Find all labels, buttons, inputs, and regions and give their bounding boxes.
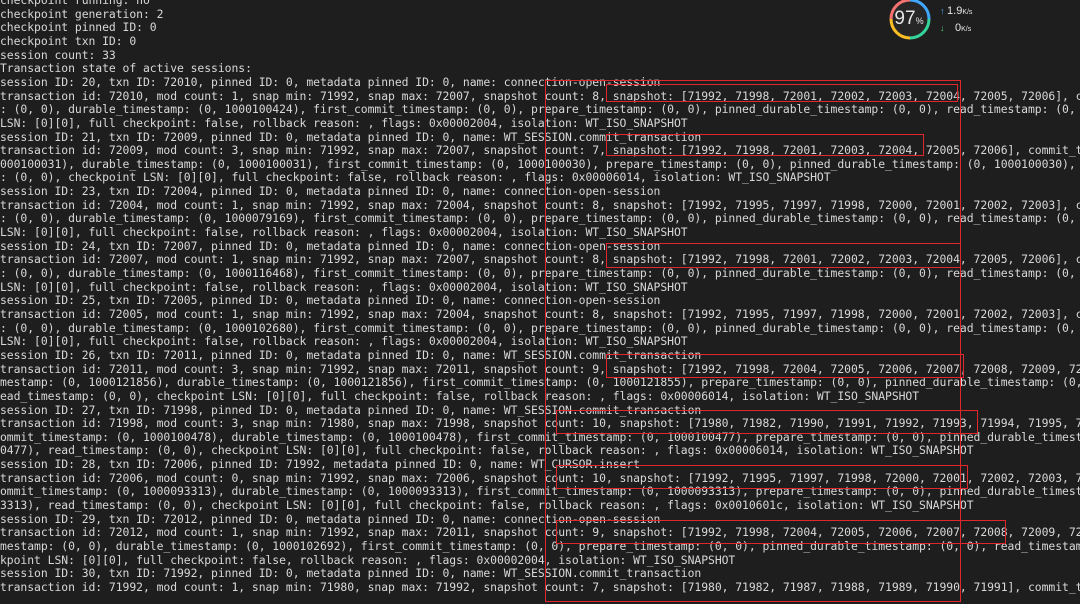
terminal-line: 000100031), durable_timestamp: (0, 10001… [0,156,1080,171]
terminal-line: : (0, 0), durable_timestamp: (0, 1000102… [0,320,1080,335]
terminal-line: 3313), read_timestamp: (0, 0), checkpoin… [0,498,974,513]
upload-speed-value: 1.9 [947,5,963,17]
download-speed: ↓ 0K/s [940,22,971,34]
terminal-line: mestamp: (0, 1000121856), durable_timest… [0,375,1080,390]
terminal-line: LSN: [0][0], full checkpoint: false, rol… [0,334,688,349]
upload-speed-unit: K/s [962,9,973,16]
terminal-line: transaction id: 72012, mod count: 1, sna… [0,525,1080,540]
terminal-line: transaction id: 72009, mod count: 3, sna… [0,143,1080,158]
terminal-line: Transaction state of active sessions: [0,61,252,76]
terminal-line: LSN: [0][0], full checkpoint: false, rol… [0,115,688,130]
terminal-line: LSN: [0][0], full checkpoint: false, rol… [0,225,688,240]
terminal-line: : (0, 0), durable_timestamp: (0, 1000116… [0,266,1080,280]
terminal-line: : (0, 0), durable_timestamp: (0, 1000079… [0,211,1080,226]
terminal-line: : (0, 0), checkpoint LSN: [0][0], full c… [0,170,831,185]
terminal-line: ommit_timestamp: (0, 1000093313), durabl… [0,484,1080,499]
terminal-line: checkpoint generation: 2 [0,6,164,21]
terminal-line: ommit_timestamp: (0, 1000100478), durabl… [0,429,1080,444]
terminal-line: session ID: 20, txn ID: 72010, pinned ID… [0,74,661,89]
terminal-window[interactable]: checkpoint running: no checkpoint generat… [0,0,1080,604]
terminal-line: transaction id: 72010, mod count: 1, sna… [0,88,1080,103]
terminal-line: session ID: 30, txn ID: 71992, pinned ID… [0,566,702,581]
cpu-value: 97 [894,8,916,29]
terminal-line: : (0, 0), durable_timestamp: (0, 1000100… [0,102,1080,117]
terminal-line: session ID: 25, txn ID: 72005, pinned ID… [0,293,661,308]
terminal-line: session ID: 23, txn ID: 72004, pinned ID… [0,184,661,199]
terminal-line: transaction id: 72006, mod count: 0, sna… [0,470,1080,485]
upload-arrow-icon: ↑ [940,6,945,16]
terminal-line: session ID: 21, txn ID: 72009, pinned ID… [0,129,702,144]
terminal-line: transaction id: 71998, mod count: 3, sna… [0,416,1080,431]
cpu-usage: 97% [888,8,930,30]
terminal-line: session count: 33 [0,47,116,62]
terminal-line: transaction id: 72011, mod count: 3, sna… [0,361,1080,376]
terminal-line: transaction id: 72007, mod count: 1, sna… [0,252,1080,267]
terminal-line: transaction id: 71992, mod count: 1, sna… [0,579,1080,594]
download-speed-unit: K/s [961,26,972,33]
terminal-line: session ID: 24, txn ID: 72007, pinned ID… [0,238,661,253]
terminal-line: 0477), read_timestamp: (0, 0), checkpoin… [0,443,974,458]
terminal-line: session ID: 28, txn ID: 72006, pinned ID… [0,457,640,472]
cpu-unit: % [915,16,924,26]
terminal-line: checkpoint txn ID: 0 [0,33,137,48]
terminal-line: session ID: 27, txn ID: 71998, pinned ID… [0,402,702,417]
terminal-line: LSN: [0][0], full checkpoint: false, rol… [0,279,688,294]
terminal-line: session ID: 26, txn ID: 72011, pinned ID… [0,347,702,362]
terminal-line: transaction id: 72005, mod count: 1, sna… [0,306,1080,321]
terminal-line: kpoint LSN: [0][0], full checkpoint: fal… [0,552,736,567]
terminal-line: transaction id: 72004, mod count: 1, sna… [0,197,1080,212]
system-monitor-widget[interactable]: 97% ↑ 1.9K/s ↓ 0K/s [888,0,988,40]
terminal-line: session ID: 29, txn ID: 72012, pinned ID… [0,511,661,526]
upload-speed: ↑ 1.9K/s [940,5,972,17]
terminal-line: checkpoint pinned ID: 0 [0,20,157,35]
terminal-line: ead_timestamp: (0, 0), checkpoint LSN: [… [0,388,920,403]
terminal-line: mestamp: (0, 0), durable_timestamp: (0, … [0,539,1080,553]
download-arrow-icon: ↓ [940,23,945,33]
